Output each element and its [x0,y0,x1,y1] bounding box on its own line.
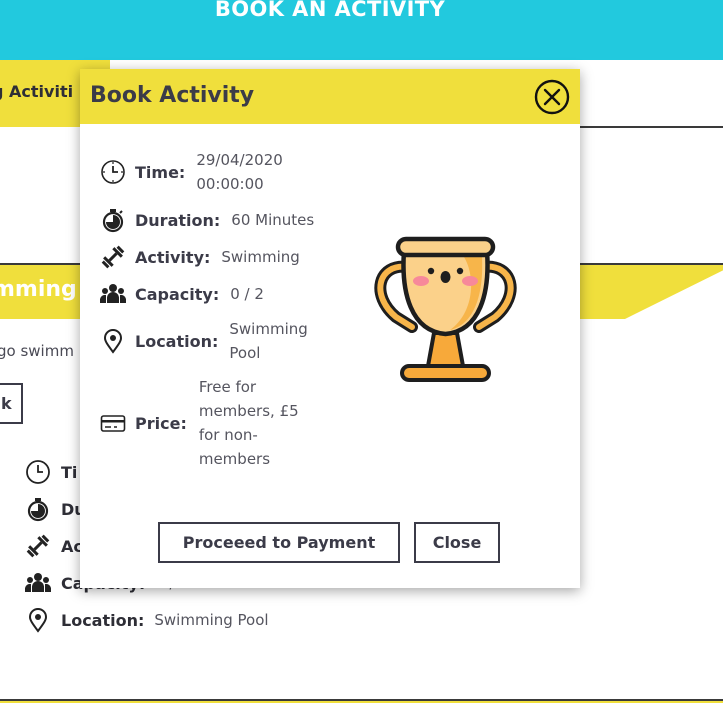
bg-location-row: Location: Swimming Pool [24,606,269,634]
clock-icon [99,158,127,186]
people-icon [24,569,52,597]
stopwatch-icon [99,206,127,234]
duration-row: Duration: 60 Minutes [99,206,314,234]
price-value: Free for members, £5 for non-members [198,378,299,468]
price-row: Price: Free for members, £5 for non-memb… [99,375,317,471]
people-icon [99,280,127,308]
bg-time-label: Ti [61,462,78,482]
location-pin-icon [24,606,52,634]
time-row: Time: 29/04/2020 00:00:00 [99,148,306,196]
price-label: Price: [135,413,187,433]
bg-activity-row: Ac [24,532,83,560]
activity-label: Activity: [135,247,211,267]
dumbbell-icon [99,243,127,271]
trophy-illustration [368,233,523,388]
close-button[interactable]: Close [414,522,500,563]
bg-time-row: Ti [24,458,77,486]
proceed-to-payment-button[interactable]: Proceeed to Payment [158,522,400,563]
modal-header: Book Activity [80,69,580,124]
activities-tab-label: g Activiti [0,82,74,101]
modal-title: Book Activity [90,83,255,108]
location-label: Location: [135,331,219,351]
bg-location-label: Location: [61,610,145,630]
activity-heading: mming [0,277,77,302]
credit-card-icon [99,409,127,437]
duration-label: Duration: [135,210,221,230]
location-pin-icon [99,327,127,355]
location-row: Location: Swimming Pool [99,317,329,365]
bottom-divider [0,699,723,703]
capacity-value: 0 / 2 [230,285,264,303]
close-icon[interactable] [534,79,570,115]
book-button[interactable]: k [0,383,23,424]
stopwatch-icon [24,495,52,523]
page-title: BOOK AN ACTIVITY [214,0,446,21]
bg-location-value: Swimming Pool [154,611,269,629]
clock-icon [24,458,52,486]
time-value: 29/04/2020 00:00:00 [196,151,283,193]
duration-value: 60 Minutes [231,211,315,229]
capacity-label: Capacity: [135,284,220,304]
top-banner: BOOK AN ACTIVITY [0,0,723,60]
activity-row: Activity: Swimming [99,243,300,271]
dumbbell-icon [24,532,52,560]
book-activity-modal: Book Activity Time: 29/04/2020 00:00:00 … [80,69,580,588]
bg-duration-row: Du [24,495,86,523]
location-value: Swimming Pool [229,320,308,362]
time-label: Time: [135,162,186,182]
activity-description: go swimm [0,342,74,360]
activity-value: Swimming [221,248,300,266]
capacity-row: Capacity: 0 / 2 [99,280,264,308]
